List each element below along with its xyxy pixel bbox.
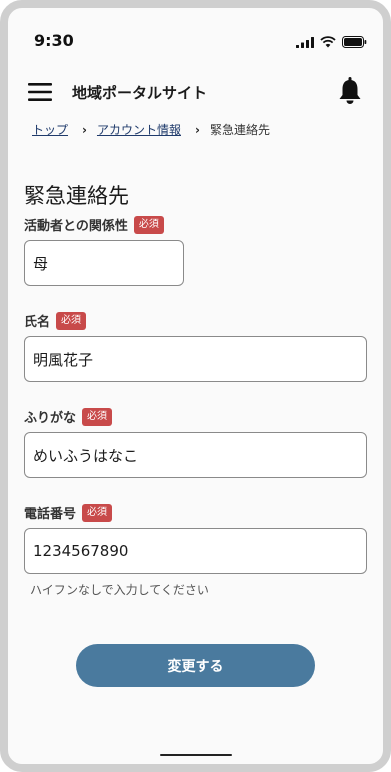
app-header: 地域ポータルサイト [8,70,383,114]
status-time: 9:30 [34,31,74,50]
hamburger-menu-button[interactable] [26,79,54,105]
name-input[interactable]: 明風花子 [24,336,367,382]
cellular-signal-icon [296,36,314,48]
furigana-input[interactable]: めいふうはなこ [24,432,367,478]
required-badge: 必須 [56,311,87,330]
breadcrumb: トップ › アカウント情報 › 緊急連絡先 [32,121,270,138]
phone-input[interactable]: 1234567890 [24,528,367,574]
phone-label-row: 電話番号 必須 [24,503,113,522]
phone-hint: ハイフンなしで入力してください [30,583,209,597]
relationship-value: 母 [33,254,49,273]
battery-icon [342,36,367,48]
required-badge: 必須 [133,215,164,234]
name-label-row: 氏名 必須 [24,311,87,330]
relationship-label: 活動者との関係性 [24,219,128,234]
required-badge: 必須 [82,503,113,522]
hamburger-menu-icon [28,83,52,101]
breadcrumb-account-link[interactable]: アカウント情報 [97,121,181,138]
name-label: 氏名 [24,315,51,330]
bell-icon [339,77,361,104]
status-icons [296,36,367,48]
phone-label: 電話番号 [24,507,77,522]
furigana-label-row: ふりがな 必須 [24,407,113,426]
phone-value: 1234567890 [33,542,129,560]
home-indicator [160,754,232,756]
furigana-label: ふりがな [24,411,77,426]
chevron-right-icon: › [82,122,87,137]
breadcrumb-top-link[interactable]: トップ [32,121,68,138]
status-bar: 9:30 [8,8,383,70]
site-title: 地域ポータルサイト [72,84,208,102]
chevron-right-icon: › [194,122,200,137]
relationship-input[interactable]: 母 [24,240,184,286]
required-badge: 必須 [82,407,113,426]
notification-button[interactable] [337,76,363,106]
wifi-icon [320,36,336,48]
name-value: 明風花子 [33,350,94,369]
submit-change-button[interactable]: 変更する [76,644,315,687]
phone-frame: 9:30 地域ポータルサイト トップ › アカウント情報 › 緊急連絡先 緊急連… [0,0,391,772]
page-title: 緊急連絡先 [24,184,129,209]
relationship-label-row: 活動者との関係性 必須 [24,215,164,234]
furigana-value: めいふうはなこ [33,446,139,465]
breadcrumb-current: 緊急連絡先 [209,123,270,137]
